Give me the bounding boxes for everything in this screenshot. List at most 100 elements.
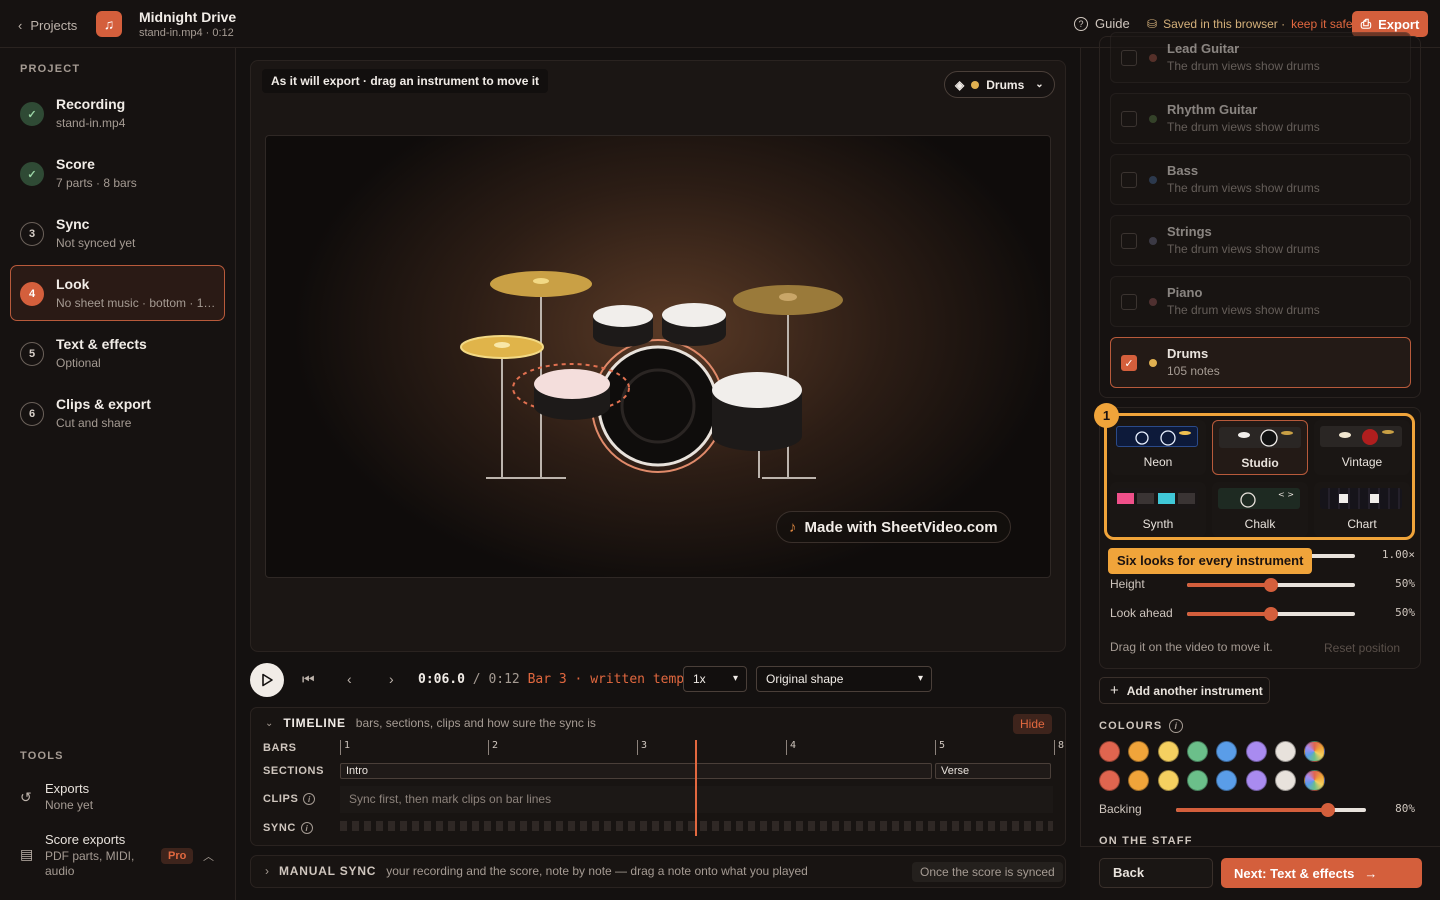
instrument-color-dot xyxy=(1149,298,1157,306)
slider-knob[interactable] xyxy=(1321,803,1335,817)
bars-row-label: BARS xyxy=(263,742,297,754)
instrument-row[interactable]: Bass The drum views show drums xyxy=(1110,154,1411,205)
floor-tom[interactable] xyxy=(712,372,802,451)
step-recording[interactable]: ✓ Recording stand-in.mp4 xyxy=(10,85,225,141)
save-status: ⛁ Saved in this browser · keep it safe xyxy=(1147,17,1353,31)
slider-knob[interactable] xyxy=(1264,578,1278,592)
step-title: Recording xyxy=(56,96,126,112)
bar-marker[interactable]: 3 xyxy=(637,740,647,755)
guide-button[interactable]: ? Guide xyxy=(1074,16,1130,31)
chevron-left-icon: ‹ xyxy=(18,17,23,33)
instrument-row[interactable]: Lead Guitar The drum views show drums xyxy=(1110,32,1411,83)
height-slider[interactable]: Height 50% xyxy=(1110,575,1415,595)
view-select[interactable]: ◈ Drums ⌄ xyxy=(944,71,1055,98)
info-icon[interactable]: i xyxy=(1169,719,1184,733)
bar-marker[interactable]: 4 xyxy=(786,740,796,755)
tool-exports[interactable]: ↺ Exports None yet xyxy=(20,781,220,815)
skip-to-start-icon[interactable]: ⏮ xyxy=(302,671,315,688)
instrument-row-drums[interactable]: ✓ Drums 105 notes xyxy=(1110,337,1411,388)
colour-swatch[interactable] xyxy=(1274,770,1296,791)
look-ahead-slider[interactable]: Look ahead 50% xyxy=(1110,604,1415,624)
step-look[interactable]: 4 Look No sheet music · bottom · 1 l... xyxy=(10,265,225,321)
shape-value: Original shape xyxy=(766,672,844,686)
sidebar: PROJECT ✓ Recording stand-in.mp4 ✓ Score… xyxy=(0,48,236,900)
reset-position-button[interactable]: Reset position xyxy=(1324,641,1400,655)
instrument-row[interactable]: Piano The drum views show drums xyxy=(1110,276,1411,327)
export-icon: ⎙ xyxy=(1360,16,1372,31)
check-icon[interactable]: ✓ xyxy=(1121,355,1137,371)
manual-sync-header[interactable]: › MANUAL SYNC your recording and the sco… xyxy=(265,864,808,878)
instrument-name: Drums xyxy=(1167,346,1209,361)
tool-subtitle: None yet xyxy=(45,798,94,812)
chevron-up-icon[interactable]: ︿ xyxy=(203,848,214,864)
colour-swatch[interactable] xyxy=(1099,770,1120,791)
next-step-label: Next: Text & effects xyxy=(1234,865,1355,881)
info-icon[interactable]: i xyxy=(300,822,313,834)
instrument-row[interactable]: Strings The drum views show drums xyxy=(1110,215,1411,266)
speed-select[interactable]: 1x ▾ xyxy=(683,666,747,692)
colour-swatch[interactable] xyxy=(1245,770,1267,791)
tom-right[interactable] xyxy=(662,303,726,346)
colour-swatch[interactable] xyxy=(1099,741,1120,762)
keep-it-safe-link[interactable]: keep it safe xyxy=(1291,17,1352,31)
tom-left[interactable] xyxy=(593,305,653,347)
next-step-button[interactable]: Next: Text & effects → xyxy=(1221,858,1422,888)
slider-track[interactable] xyxy=(1187,578,1355,592)
instrument-checkbox[interactable] xyxy=(1121,294,1137,310)
step-subtitle: Optional xyxy=(56,356,101,370)
colour-swatch[interactable] xyxy=(1157,770,1179,791)
bar-marker[interactable]: 8 xyxy=(1054,740,1064,755)
instrument-row[interactable]: Rhythm Guitar The drum views show drums xyxy=(1110,93,1411,144)
instrument-checkbox[interactable] xyxy=(1121,111,1137,127)
colour-swatch[interactable] xyxy=(1274,741,1296,762)
info-icon[interactable]: i xyxy=(303,793,316,805)
colour-swatch[interactable] xyxy=(1186,770,1208,791)
slider-fill xyxy=(1187,583,1271,587)
add-instrument-button[interactable]: + Add another instrument xyxy=(1099,677,1270,704)
step-sync[interactable]: 3 Sync Not synced yet xyxy=(10,205,225,261)
bar-marker[interactable]: 2 xyxy=(488,740,498,755)
colour-swatch[interactable] xyxy=(1186,741,1208,762)
instrument-color-dot xyxy=(1149,54,1157,62)
hide-timeline-button[interactable]: Hide xyxy=(1013,714,1052,734)
section-intro[interactable]: Intro xyxy=(340,763,932,779)
backing-slider[interactable]: Backing 80% xyxy=(1099,800,1415,820)
step-score[interactable]: ✓ Score 7 parts · 8 bars xyxy=(10,145,225,201)
instrument-checkbox[interactable] xyxy=(1121,233,1137,249)
back-projects-label: Projects xyxy=(30,17,78,33)
back-button[interactable]: Back xyxy=(1099,858,1213,888)
timeline-header[interactable]: ⌄ TIMELINE bars, sections, clips and how… xyxy=(265,716,596,730)
bar-marker[interactable]: 5 xyxy=(935,740,945,755)
playhead[interactable] xyxy=(695,740,697,836)
cymbal-bell xyxy=(494,342,510,348)
step-text-effects[interactable]: 5 Text & effects Optional xyxy=(10,325,225,381)
next-bar-icon[interactable]: › xyxy=(389,671,394,687)
instrument-sub: The drum views show drums xyxy=(1167,120,1320,134)
previous-bar-icon[interactable]: ‹ xyxy=(347,671,352,687)
music-note-icon: ♪ xyxy=(789,518,797,536)
bass-drum[interactable] xyxy=(597,345,719,467)
section-verse[interactable]: Verse xyxy=(935,763,1051,779)
play-button[interactable] xyxy=(250,663,284,697)
slider-label: Look ahead xyxy=(1110,606,1173,620)
project-title[interactable]: Midnight Drive xyxy=(139,9,236,25)
rainbow-swatch[interactable] xyxy=(1304,741,1326,762)
instrument-sub: The drum views show drums xyxy=(1167,181,1320,195)
back-to-projects-link[interactable]: ‹ Projects xyxy=(18,16,77,34)
instrument-checkbox[interactable] xyxy=(1121,172,1137,188)
slider-track[interactable] xyxy=(1176,803,1366,817)
chevron-down-icon: ⌄ xyxy=(265,717,274,729)
bar-marker[interactable]: 1 xyxy=(340,740,350,755)
tour-step-badge: 1 xyxy=(1094,403,1119,428)
shape-select[interactable]: Original shape ▾ xyxy=(756,666,932,692)
rainbow-swatch[interactable] xyxy=(1304,770,1326,791)
slider-knob[interactable] xyxy=(1264,607,1278,621)
colour-swatch[interactable] xyxy=(1245,741,1267,762)
step-subtitle: Not synced yet xyxy=(56,236,136,250)
step-clips-export[interactable]: 6 Clips & export Cut and share xyxy=(10,385,225,441)
colour-swatch[interactable] xyxy=(1157,741,1179,762)
chevron-right-icon: › xyxy=(265,864,269,878)
instrument-checkbox[interactable] xyxy=(1121,50,1137,66)
slider-track[interactable] xyxy=(1187,607,1355,621)
watermark[interactable]: ♪ Made with SheetVideo.com xyxy=(776,511,1011,543)
